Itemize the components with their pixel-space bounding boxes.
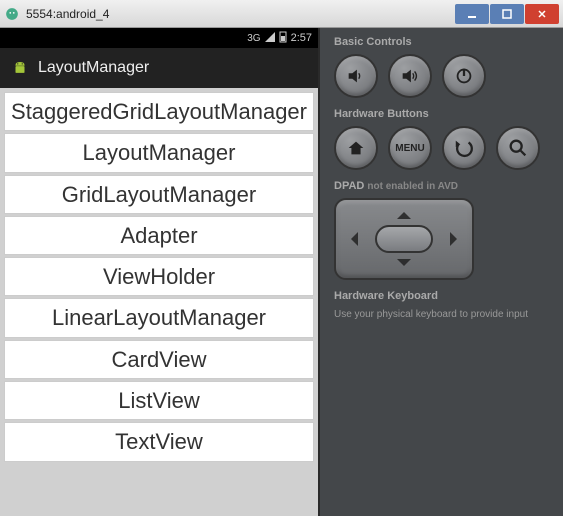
close-button[interactable]: [525, 4, 559, 24]
app-bar: LayoutManager: [0, 48, 318, 88]
search-button[interactable]: [496, 126, 540, 170]
dpad-heading: DPAD not enabled in AVD: [334, 180, 549, 192]
app-title: LayoutManager: [38, 59, 149, 77]
volume-up-button[interactable]: [388, 54, 432, 98]
window-title: 5554:android_4: [26, 7, 455, 21]
dpad-control: [334, 198, 474, 280]
signal-bars-icon: [265, 32, 275, 45]
dpad-left-icon[interactable]: [344, 232, 358, 246]
list-item[interactable]: ViewHolder: [4, 257, 314, 296]
dpad-up-icon[interactable]: [397, 205, 411, 219]
keyboard-heading: Hardware Keyboard: [334, 290, 549, 302]
basic-controls-heading: Basic Controls: [334, 36, 549, 48]
back-button[interactable]: [442, 126, 486, 170]
list-item[interactable]: LinearLayoutManager: [4, 298, 314, 337]
maximize-button[interactable]: [490, 4, 524, 24]
battery-icon: [279, 31, 287, 46]
window-titlebar: 5554:android_4: [0, 0, 563, 28]
dpad-down-icon[interactable]: [397, 259, 411, 273]
list-item[interactable]: CardView: [4, 340, 314, 379]
list-item[interactable]: Adapter: [4, 216, 314, 255]
list-item[interactable]: ListView: [4, 381, 314, 420]
keyboard-note: Use your physical keyboard to provide in…: [334, 308, 549, 321]
dpad-note: not enabled in AVD: [367, 181, 458, 192]
clock-text: 2:57: [291, 32, 312, 44]
emulator-side-panel: Basic Controls Hardware Buttons: [320, 28, 563, 516]
dpad-center-button[interactable]: [375, 225, 433, 253]
android-statusbar: 3G 2:57: [0, 28, 318, 48]
power-button[interactable]: [442, 54, 486, 98]
signal-3g-icon: 3G: [247, 33, 260, 44]
volume-down-button[interactable]: [334, 54, 378, 98]
recycler-list[interactable]: StaggeredGridLayoutManager LayoutManager…: [0, 88, 318, 516]
device-screen: 3G 2:57 LayoutManager StaggeredGridLayou…: [0, 28, 320, 516]
minimize-button[interactable]: [455, 4, 489, 24]
dpad-right-icon[interactable]: [450, 232, 464, 246]
list-item[interactable]: StaggeredGridLayoutManager: [4, 92, 314, 131]
list-item[interactable]: LayoutManager: [4, 133, 314, 172]
hardware-buttons-heading: Hardware Buttons: [334, 108, 549, 120]
list-item[interactable]: GridLayoutManager: [4, 175, 314, 214]
android-icon: [10, 58, 30, 78]
list-item[interactable]: TextView: [4, 422, 314, 461]
menu-button[interactable]: MENU: [388, 126, 432, 170]
home-button[interactable]: [334, 126, 378, 170]
app-icon: [4, 6, 20, 22]
